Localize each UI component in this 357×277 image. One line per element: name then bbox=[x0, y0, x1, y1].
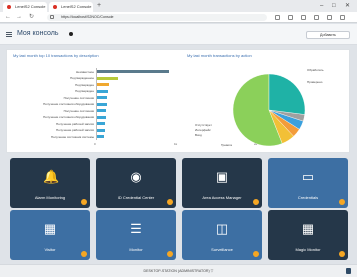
app-tile[interactable]: ▦ Visitor bbox=[10, 210, 90, 260]
tile-badge-icon bbox=[253, 251, 259, 257]
bell-icon: 🔔 bbox=[43, 169, 60, 184]
favorites-icon[interactable] bbox=[301, 15, 306, 20]
tile-label: Monitor bbox=[129, 247, 143, 252]
pie-slice-label: Интерфейс bbox=[195, 128, 211, 132]
browser-tabstrip: LenelS2 Console LenelS2 Console + – □ ✕ bbox=[0, 0, 357, 12]
page-title: Моя консоль bbox=[17, 30, 59, 37]
pie-slice[interactable] bbox=[268, 73, 306, 115]
tile-label: Alarm Monitoring bbox=[34, 195, 66, 200]
pie-chart bbox=[232, 73, 306, 147]
app-tile[interactable]: ▭ Credentials bbox=[268, 158, 348, 208]
profile-icon[interactable] bbox=[327, 15, 332, 20]
new-tab-button[interactable]: + bbox=[97, 2, 101, 10]
app-tile[interactable]: ▦ Magic Monitor bbox=[268, 210, 348, 260]
title-dropdown-icon[interactable] bbox=[69, 32, 73, 36]
browser-tab[interactable]: LenelS2 Console bbox=[3, 2, 47, 12]
app-favicon-icon bbox=[53, 5, 57, 9]
tile-badge-icon bbox=[339, 251, 345, 257]
add-widget-button[interactable]: Добавить bbox=[306, 31, 350, 39]
pie-slice-label: Отсутствует bbox=[195, 123, 212, 127]
url-input[interactable]: https://localhost/S2NOC/Console bbox=[47, 14, 267, 21]
camera-icon: ◫ bbox=[215, 221, 229, 236]
app-tile[interactable]: 🔔 Alarm Monitoring bbox=[10, 158, 90, 208]
browser-tab[interactable]: LenelS2 Console bbox=[49, 2, 93, 12]
tile-badge-icon bbox=[81, 251, 87, 257]
pie-slice-label: Вход bbox=[195, 133, 202, 137]
extension-icon[interactable] bbox=[275, 15, 280, 20]
badge-icon: ◉ bbox=[130, 169, 142, 184]
door-icon: ▣ bbox=[215, 169, 229, 184]
workstation-label[interactable]: DESKTOP-STATION (ADMINISTRATOR) ▽ bbox=[0, 268, 357, 274]
tile-label: Magic Monitor bbox=[295, 247, 321, 252]
pie-slice-label: Тревога bbox=[221, 143, 232, 147]
hamburger-menu-icon[interactable] bbox=[6, 32, 12, 37]
app-tile[interactable]: ▣ Area Access Manager bbox=[182, 158, 262, 208]
tile-badge-icon bbox=[253, 199, 259, 205]
tile-badge-icon bbox=[167, 251, 173, 257]
maximize-button[interactable]: □ bbox=[332, 2, 336, 10]
tile-label: Surveillance bbox=[211, 247, 233, 252]
calendar-icon: ▦ bbox=[43, 221, 57, 236]
card-icon: ▭ bbox=[301, 169, 315, 184]
back-arrow-icon[interactable]: ← bbox=[5, 14, 11, 21]
tile-label: Area Access Manager bbox=[202, 195, 242, 200]
tile-badge-icon bbox=[339, 199, 345, 205]
scroll-top-button[interactable] bbox=[346, 268, 351, 274]
minimize-button[interactable]: – bbox=[320, 2, 323, 10]
tile-label: ID Credential Center bbox=[117, 195, 155, 200]
tile-label: Credentials bbox=[297, 195, 319, 200]
charts-panel: My last month top 10 transactions by des… bbox=[6, 49, 350, 153]
app-tile[interactable]: ☰ Monitor bbox=[96, 210, 176, 260]
more-menu-icon[interactable] bbox=[340, 15, 345, 20]
app-header: Моя консоль Добавить bbox=[0, 24, 357, 45]
reload-icon[interactable]: ↻ bbox=[29, 14, 34, 21]
list-icon: ☰ bbox=[130, 221, 142, 236]
close-window-button[interactable]: ✕ bbox=[345, 2, 350, 10]
forward-arrow-icon[interactable]: → bbox=[16, 14, 22, 21]
app-tile[interactable]: ◫ Surveillance bbox=[182, 210, 262, 260]
pie-slice-label: Проверено bbox=[307, 80, 323, 84]
app-tile[interactable]: ◉ ID Credential Center bbox=[96, 158, 176, 208]
address-bar-row: ← → ↻ https://localhost/S2NOC/Console bbox=[0, 12, 357, 23]
tile-label: Visitor bbox=[44, 247, 56, 252]
pie-slice-label: Обработать bbox=[307, 68, 324, 72]
grid-icon: ▦ bbox=[301, 221, 315, 236]
status-footer: DESKTOP-STATION (ADMINISTRATOR) ▽ bbox=[0, 264, 357, 277]
tile-badge-icon bbox=[167, 199, 173, 205]
app-favicon-icon bbox=[7, 5, 11, 9]
tile-badge-icon bbox=[81, 199, 87, 205]
star-icon[interactable] bbox=[288, 15, 293, 20]
tab-label: LenelS2 Console bbox=[15, 4, 46, 9]
collections-icon[interactable] bbox=[314, 15, 319, 20]
tab-label: LenelS2 Console bbox=[61, 4, 92, 9]
lock-icon bbox=[50, 15, 54, 19]
